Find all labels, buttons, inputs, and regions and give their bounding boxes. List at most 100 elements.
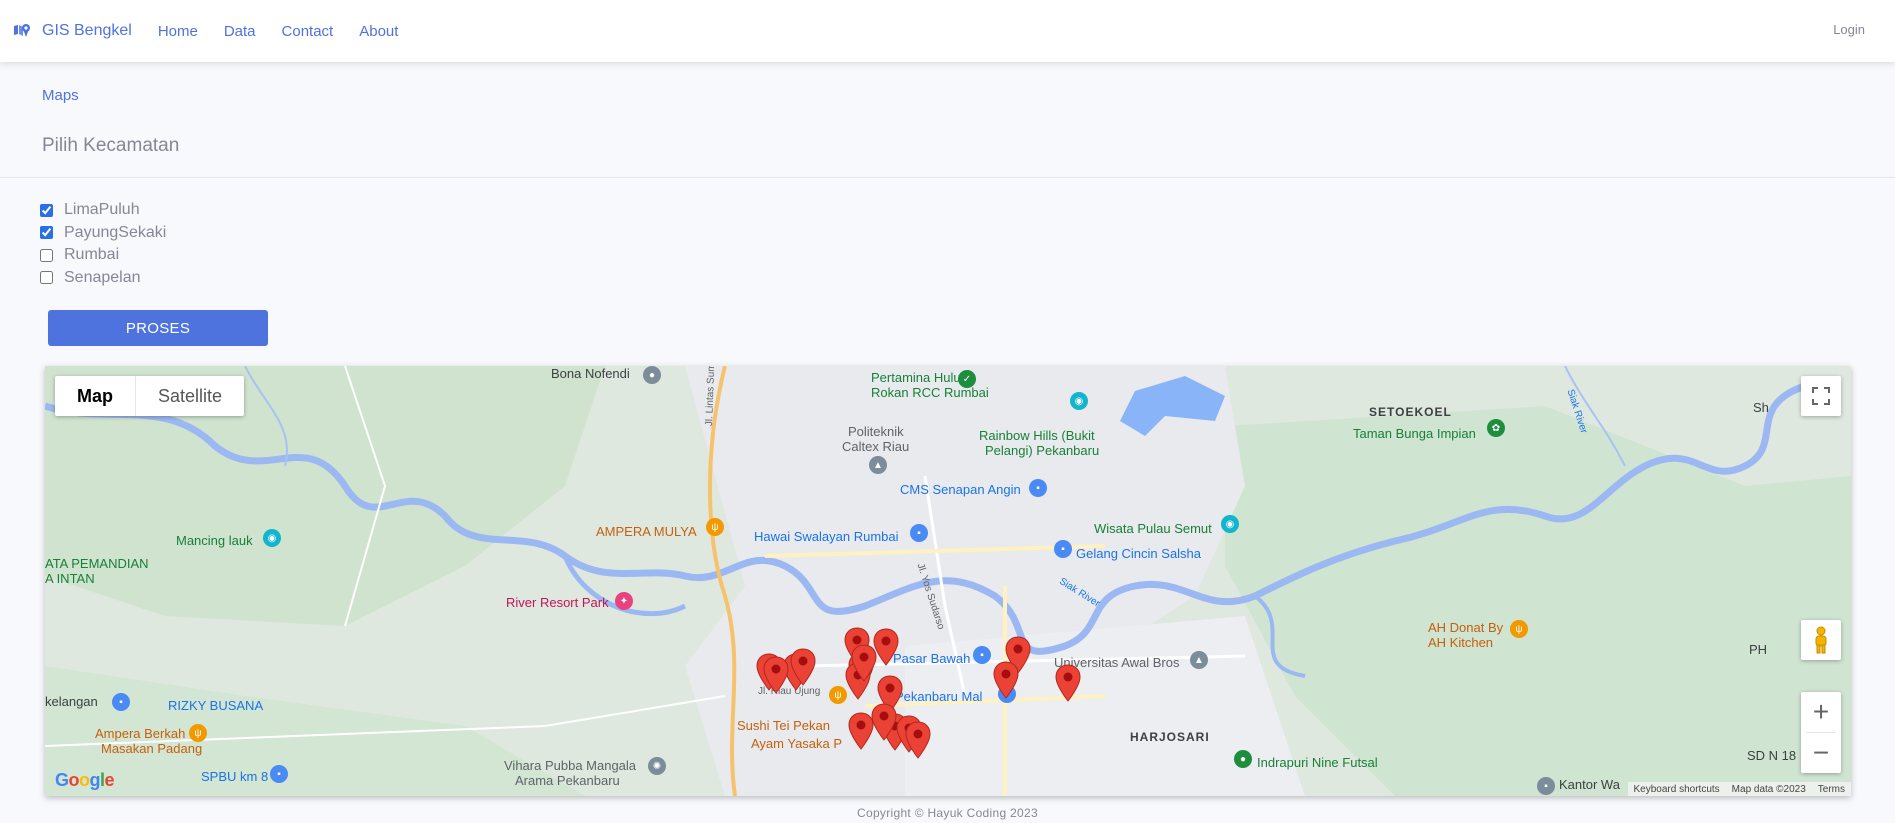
camera-icon[interactable]: ◉ bbox=[1221, 515, 1239, 533]
sports-icon[interactable]: ✓ bbox=[958, 370, 976, 388]
street-view-pegman[interactable] bbox=[1801, 620, 1841, 660]
checkbox-label: Rumbai bbox=[64, 246, 120, 264]
shop-icon[interactable]: ▪ bbox=[112, 693, 130, 711]
building-icon[interactable]: ▪ bbox=[1537, 777, 1555, 795]
kecamatan-option-rumbai[interactable]: Rumbai bbox=[40, 244, 166, 267]
map-label: Bona Nofendi bbox=[551, 366, 630, 381]
restaurant-icon[interactable]: ψ bbox=[1510, 620, 1528, 638]
kecamatan-option-payungsekaki[interactable]: PayungSekaki bbox=[40, 222, 166, 245]
shopping-cart-icon[interactable]: ▪ bbox=[973, 646, 991, 664]
map-label: Taman Bunga Impian bbox=[1353, 426, 1476, 441]
section-title: Pilih Kecamatan bbox=[42, 135, 180, 156]
temple-icon[interactable]: ✺ bbox=[648, 757, 666, 775]
google-logo: Google bbox=[55, 770, 115, 790]
bengkel-marker[interactable] bbox=[871, 703, 897, 741]
map-label: SETOEKOEL bbox=[1369, 405, 1452, 419]
nav-about[interactable]: About bbox=[359, 23, 398, 40]
fullscreen-button[interactable] bbox=[1801, 376, 1841, 416]
nav-contact[interactable]: Contact bbox=[282, 23, 334, 40]
map-label: Rokan RCC Rumbai bbox=[871, 385, 989, 400]
map-label: SPBU km 8 bbox=[201, 769, 269, 784]
map-label: Sushi Tei Pekan bbox=[737, 718, 830, 733]
shop-icon[interactable]: ▪ bbox=[1054, 540, 1072, 558]
map-label: Hawai Swalayan Rumbai bbox=[754, 529, 899, 544]
nav-home[interactable]: Home bbox=[158, 23, 198, 40]
checkbox-senapelan[interactable] bbox=[40, 271, 53, 285]
checkbox-label: Senapelan bbox=[64, 268, 141, 286]
kecamatan-option-limapuluh[interactable]: LimaPuluh bbox=[40, 199, 166, 222]
brand-name: GIS Bengkel bbox=[42, 22, 132, 39]
school-icon[interactable]: ▲ bbox=[1190, 651, 1208, 669]
keyboard-shortcuts-link[interactable]: Keyboard shortcuts bbox=[1628, 784, 1726, 795]
map-label: Pekanbaru Mal bbox=[895, 689, 983, 704]
pin-icon[interactable]: ● bbox=[643, 366, 661, 384]
bengkel-marker[interactable] bbox=[993, 661, 1019, 699]
map-label: Rainbow Hills (Bukit bbox=[979, 428, 1095, 443]
zoom-control: + − bbox=[1801, 692, 1841, 773]
map-type-map[interactable]: Map bbox=[55, 376, 135, 416]
map-label: AMPERA MULYA bbox=[596, 524, 697, 539]
bengkel-marker[interactable] bbox=[1055, 664, 1081, 702]
brand[interactable]: GIS Bengkel bbox=[12, 21, 132, 41]
zoom-out-button[interactable]: − bbox=[1801, 733, 1841, 773]
shopping-cart-icon[interactable]: ▪ bbox=[910, 524, 928, 542]
bengkel-marker[interactable] bbox=[905, 721, 931, 759]
proses-button[interactable]: PROSES bbox=[48, 310, 268, 346]
park-icon[interactable]: ✦ bbox=[615, 592, 633, 610]
breadcrumb[interactable]: Maps bbox=[42, 87, 79, 104]
school-icon[interactable]: ▲ bbox=[869, 456, 887, 474]
zoom-in-button[interactable]: + bbox=[1801, 692, 1841, 732]
bengkel-marker[interactable] bbox=[851, 644, 877, 682]
map-label: Caltex Riau bbox=[842, 439, 910, 454]
map-label: AH Donat By bbox=[1428, 620, 1504, 635]
map-label: Arama Pekanbaru bbox=[515, 773, 620, 788]
map-label: Vihara Pubba Mangala bbox=[504, 758, 637, 773]
map-pin-icon bbox=[851, 644, 877, 682]
map-label: Sh bbox=[1753, 400, 1769, 415]
login-link[interactable]: Login bbox=[1833, 22, 1865, 37]
checkbox-limapuluh[interactable] bbox=[40, 203, 53, 217]
map-label: Pelangi) Pekanbaru bbox=[985, 443, 1100, 458]
restaurant-icon[interactable]: ψ bbox=[189, 724, 207, 742]
map-label: Ampera Berkah bbox=[95, 726, 186, 741]
gas-station-icon[interactable]: ▪ bbox=[270, 765, 288, 783]
map-label: Mancing lauk bbox=[176, 533, 253, 548]
restaurant-icon[interactable]: ψ bbox=[706, 518, 724, 536]
map-pin-icon bbox=[790, 648, 816, 686]
flower-icon[interactable]: ✿ bbox=[1487, 419, 1505, 437]
map-label: Pasar Bawah bbox=[893, 651, 971, 666]
bengkel-marker[interactable] bbox=[763, 656, 789, 694]
map-label: River Resort Park bbox=[506, 595, 609, 610]
map-pin-icon bbox=[905, 721, 931, 759]
terms-link[interactable]: Terms bbox=[1812, 784, 1851, 795]
pegman-icon bbox=[1815, 626, 1827, 654]
map-label: HARJOSARI bbox=[1130, 730, 1210, 744]
map-label: AH Kitchen bbox=[1428, 635, 1494, 650]
bengkel-marker[interactable] bbox=[790, 648, 816, 686]
map-label: Wisata Pulau Semut bbox=[1094, 521, 1212, 536]
map-label: Masakan Padang bbox=[101, 741, 203, 756]
kecamatan-option-senapelan[interactable]: Senapelan bbox=[40, 267, 166, 290]
sports-icon[interactable]: ● bbox=[1234, 750, 1252, 768]
map-label: Ayam Yasaka P bbox=[751, 736, 843, 751]
shop-icon[interactable]: ▪ bbox=[1029, 479, 1047, 497]
nav-data[interactable]: Data bbox=[224, 23, 256, 40]
kecamatan-list: LimaPuluh PayungSekaki Rumbai Senapelan bbox=[40, 199, 166, 289]
map-attribution: Keyboard shortcuts Map data ©2023 Terms bbox=[1627, 782, 1851, 796]
checkbox-label: LimaPuluh bbox=[64, 201, 140, 219]
google-map[interactable]: Bona Nofendi Pertamina Hulu Rokan RCC Ru… bbox=[45, 366, 1851, 796]
checkbox-rumbai[interactable] bbox=[40, 248, 53, 262]
camera-icon[interactable]: ◉ bbox=[263, 529, 281, 547]
map-marker-icon bbox=[14, 24, 30, 37]
map-label: A INTAN bbox=[45, 571, 95, 586]
camera-icon[interactable]: ◉ bbox=[1070, 392, 1088, 410]
map-label: RIZKY BUSANA bbox=[168, 698, 264, 713]
divider bbox=[0, 177, 1895, 178]
map-type-satellite[interactable]: Satellite bbox=[135, 376, 244, 416]
checkbox-label: PayungSekaki bbox=[64, 223, 167, 241]
checkbox-payungsekaki[interactable] bbox=[40, 226, 53, 240]
map-pin-icon bbox=[1055, 664, 1081, 702]
map-label: ATA PEMANDIAN bbox=[45, 556, 149, 571]
fullscreen-icon bbox=[1812, 387, 1830, 405]
map-label: Kantor Wa bbox=[1559, 777, 1620, 792]
